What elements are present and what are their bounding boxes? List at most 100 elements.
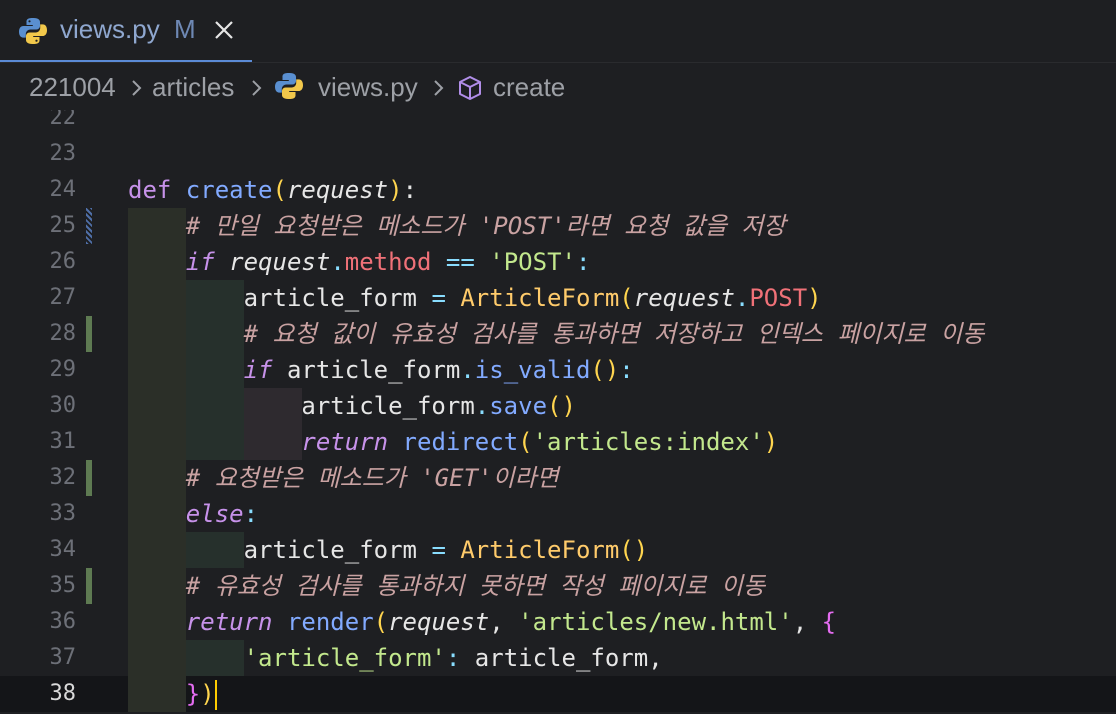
code-line[interactable]: 24 def create(request): [0,172,1116,208]
code-token: 'articles:index' [532,428,764,456]
code-line[interactable]: 35 # 유효성 검사를 통과하지 못하면 작성 페이지로 이동 [0,568,1116,604]
code-token: save [489,392,548,420]
code-token: redirect [402,428,519,456]
code-token: ( [619,284,634,312]
code-token: article_form, [474,644,663,672]
code-token: 'articles/new.html' [518,608,793,636]
code-token: : [445,644,475,672]
code-line[interactable]: 23 [0,136,1116,172]
code-line[interactable]: 31 return redirect('articles:index') [0,424,1116,460]
code-text: if request.method == 'POST': [128,244,591,280]
line-number: 28 [49,321,77,346]
code-line[interactable]: 22 [0,110,1116,136]
code-line[interactable]: 29 if article_form.is_valid(): [0,352,1116,388]
line-number: 24 [49,177,77,202]
method-cube-icon [459,76,481,100]
code-text: return render(request, 'articles/new.htm… [128,604,836,640]
code-token: . [330,248,345,276]
code-token: ArticleForm [460,284,620,312]
code-token: . [474,392,490,420]
code-line[interactable]: 32 # 요청받은 메소드가 'GET'이라면 [0,460,1116,496]
code-text: 'article_form': article_form, [128,640,663,676]
code-line[interactable]: 37 'article_form': article_form, [0,640,1116,676]
breadcrumb-item-symbol[interactable]: create [493,72,565,103]
line-number: 29 [49,357,77,382]
code-token: } [185,680,201,708]
code-line[interactable]: 30 article_form.save() [0,388,1116,424]
code-text: else: [128,496,258,532]
code-token: == [431,248,490,276]
code-token: # 요청 값이 유효성 검사를 통과하면 저장하고 인덱스 페이지로 이동 [243,320,985,348]
line-number: 35 [49,573,77,598]
line-number: 36 [49,609,77,634]
git-change-marker[interactable] [86,208,92,244]
code-line[interactable]: 38 }) [0,676,1116,712]
line-number: 27 [49,285,77,310]
code-token: return [185,608,287,636]
code-token: ( [373,608,389,636]
code-token: method [344,248,432,276]
tab-views-py[interactable]: views.py M [0,0,252,62]
code-line[interactable]: 25 # 만일 요청받은 메소드가 'POST'라면 요청 값을 저장 [0,208,1116,244]
close-icon[interactable] [212,18,236,42]
code-token: ArticleForm [460,536,620,564]
code-token: = [431,536,461,564]
code-text: return redirect('articles:index') [128,424,778,460]
git-change-marker[interactable] [86,568,92,604]
breadcrumb: 221004 articles views.py create [0,64,1116,110]
code-token: () [619,536,649,564]
code-text: # 요청받은 메소드가 'GET'이라면 [128,460,559,496]
code-line[interactable]: 36 return render(request, 'articles/new.… [0,604,1116,640]
breadcrumb-item-articles[interactable]: articles [152,72,234,103]
code-editor[interactable]: 22 23 24 def create(request): 25 # 만일 요청받은 메… [0,110,1116,714]
breadcrumb-item-folder[interactable]: 221004 [29,72,116,103]
code-token: 'POST' [489,248,576,276]
code-token: ( [518,428,533,456]
code-token: : [402,176,418,204]
code-token: is_valid [474,356,591,384]
line-number: 33 [49,501,77,526]
code-text: }) [128,676,217,712]
python-icon [275,73,303,99]
code-token: # 요청받은 메소드가 'GET'이라면 [185,464,559,492]
code-token: , [792,608,822,636]
code-token: ) [807,284,822,312]
code-token: else [185,500,244,528]
code-token: () [590,356,620,384]
code-line[interactable]: 34 article_form = ArticleForm() [0,532,1116,568]
code-line[interactable]: 28 # 요청 값이 유효성 검사를 통과하면 저장하고 인덱스 페이지로 이동 [0,316,1116,352]
code-token: ) [763,428,779,456]
code-token: request [229,248,331,276]
tab-modified-badge: M [174,14,196,44]
text-cursor [214,680,217,710]
breadcrumb-item-file[interactable]: views.py [318,72,418,103]
code-text: article_form.save() [128,388,576,424]
git-change-marker[interactable] [86,316,92,352]
code-token: . [460,356,475,384]
code-token: article_form [128,392,475,420]
code-line[interactable]: 26 if request.method == 'POST': [0,244,1116,280]
code-token: def [128,176,186,204]
chevron-right-icon [252,80,262,96]
code-token: : [619,356,634,384]
line-number: 31 [49,429,77,454]
code-token: article_form [128,536,432,564]
code-line[interactable]: 33 else: [0,496,1116,532]
code-token: . [734,284,750,312]
code-token: request [633,284,735,312]
code-line[interactable]: 27 article_form = ArticleForm(request.PO… [0,280,1116,316]
code-text: # 만일 요청받은 메소드가 'POST'라면 요청 값을 저장 [128,208,786,244]
git-change-marker[interactable] [86,460,92,496]
code-token: POST [749,284,808,312]
line-number: 34 [49,537,77,562]
code-token: ( [272,176,287,204]
